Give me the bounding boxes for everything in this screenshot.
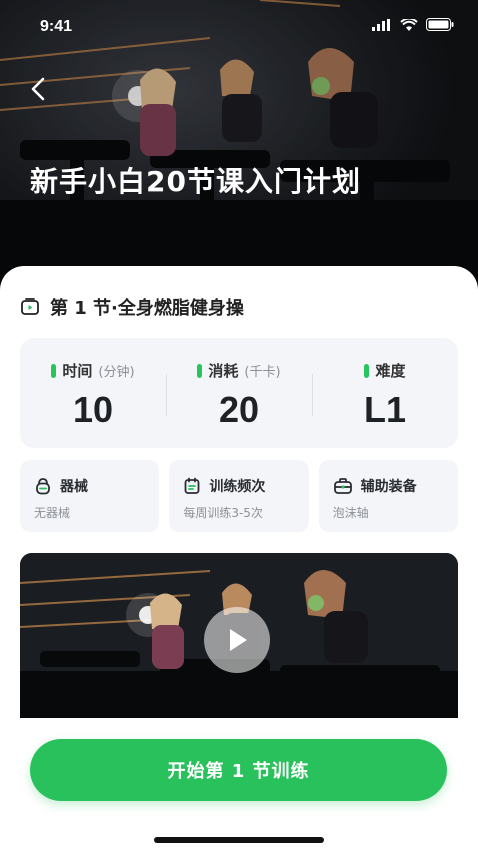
back-button[interactable] — [24, 72, 52, 106]
info-card-equipment[interactable]: 器械 无器械 — [20, 460, 160, 532]
video-lesson-icon — [21, 298, 39, 315]
play-icon — [230, 629, 247, 651]
status-bar: 9:41 — [0, 0, 478, 56]
calendar-icon — [184, 477, 200, 494]
stat-difficulty: 难度 L1 — [312, 338, 458, 448]
lesson-title: 第 1 节·全身燃脂健身操 — [50, 298, 244, 319]
stat-unit: (千卡) — [244, 365, 281, 380]
info-cards: 器械 无器械 训练频次 每周训练3-5次 辅助装备 泡沫轴 — [20, 460, 458, 532]
accent-dot — [51, 363, 57, 378]
info-card-accessories[interactable]: 辅助装备 泡沫轴 — [318, 460, 458, 532]
stats-panel: 时间 (分钟) 10 消耗 (千卡) 20 难度 L1 — [20, 338, 458, 448]
stat-value: 10 — [72, 389, 114, 430]
signal-icon — [372, 18, 390, 31]
equipment-bag-icon — [333, 478, 352, 494]
card-title: 器械 — [60, 479, 88, 495]
home-indicator — [154, 837, 324, 843]
info-card-frequency[interactable]: 训练频次 每周训练3-5次 — [169, 460, 309, 532]
accent-dot — [364, 363, 370, 378]
plan-title: 新手小白20节课入门计划 — [30, 165, 361, 198]
stat-label: 难度 — [375, 362, 406, 380]
chevron-left-icon — [31, 77, 45, 101]
wifi-icon — [400, 18, 418, 31]
start-training-button[interactable]: 开始第 1 节训练 — [30, 739, 447, 801]
accent-dot — [197, 363, 203, 378]
card-subtitle: 每周训练3-5次 — [183, 506, 263, 520]
card-subtitle: 无器械 — [34, 506, 71, 520]
card-title: 训练频次 — [209, 479, 266, 495]
stat-unit: (分钟) — [98, 365, 135, 380]
video-preview[interactable] — [20, 553, 458, 718]
card-subtitle: 泡沫轴 — [332, 506, 369, 520]
kettlebell-icon — [36, 478, 50, 495]
stat-value: 20 — [218, 389, 260, 430]
lesson-header: 第 1 节·全身燃脂健身操 — [20, 294, 244, 320]
stat-label: 消耗 — [208, 362, 239, 380]
battery-icon — [426, 18, 454, 31]
stat-calories: 消耗 (千卡) 20 — [166, 338, 312, 448]
stat-label: 时间 — [62, 362, 93, 380]
status-icons — [372, 18, 454, 31]
play-button[interactable] — [204, 607, 270, 673]
stat-duration: 时间 (分钟) 10 — [20, 338, 166, 448]
status-time: 9:41 — [40, 18, 73, 35]
stat-value: L1 — [363, 389, 406, 430]
card-title: 辅助装备 — [360, 479, 417, 495]
